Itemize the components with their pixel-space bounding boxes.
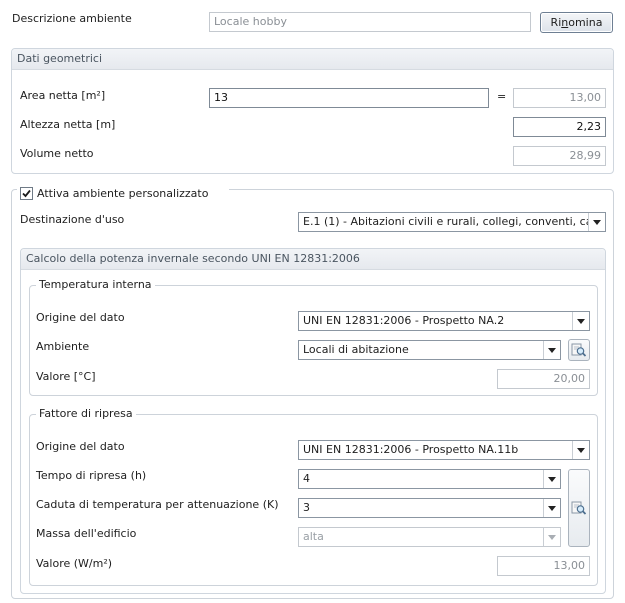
temp-origin-select[interactable]: UNI EN 12831:2006 - Prospetto NA.2	[298, 311, 590, 331]
checkmark-icon	[22, 189, 31, 198]
building-mass-value: alta	[303, 530, 324, 543]
room-type-label: Ambiente	[36, 340, 90, 353]
temperature-drop-select[interactable]: 3	[298, 498, 561, 518]
chevron-down-icon[interactable]	[543, 341, 560, 359]
height-label: Altezza netta [m]	[20, 118, 116, 131]
temperature-drop-label: Caduta di temperatura per attenuazione (…	[36, 498, 279, 511]
rename-button[interactable]: Rinomina	[540, 12, 613, 33]
temp-origin-value: UNI EN 12831:2006 - Prospetto NA.2	[303, 314, 505, 327]
use-label: Destinazione d'uso	[20, 213, 125, 226]
recovery-time-value: 4	[303, 472, 310, 485]
internal-temperature-title: Temperatura interna	[36, 278, 155, 292]
recovery-origin-label: Origine del dato	[36, 440, 125, 453]
rename-button-label: Rinomina	[550, 16, 603, 29]
building-mass-select: alta	[298, 527, 561, 547]
recovery-value-field: 13,00	[497, 556, 590, 576]
recovery-value-label: Valore (W/m²)	[36, 557, 113, 570]
recovery-origin-select[interactable]: UNI EN 12831:2006 - Prospetto NA.11b	[298, 440, 590, 460]
recovery-factor-title: Fattore di ripresa	[36, 407, 136, 421]
room-lookup-button[interactable]	[568, 339, 590, 361]
temperature-drop-value: 3	[303, 501, 310, 514]
area-input[interactable]: 13	[209, 88, 489, 108]
temp-value-label: Valore [°C]	[36, 370, 96, 383]
room-type-value: Locali di abitazione	[303, 343, 409, 356]
description-label: Descrizione ambiente	[12, 12, 132, 25]
description-input[interactable]: Locale hobby	[209, 12, 531, 32]
chevron-down-icon[interactable]	[572, 312, 589, 330]
building-mass-label: Massa dell'edificio	[36, 527, 137, 540]
recovery-lookup-button[interactable]	[568, 469, 590, 547]
custom-room-legend: Attiva ambiente personalizzato	[17, 186, 229, 202]
recovery-time-label: Tempo di ripresa (h)	[36, 469, 147, 482]
magnifier-icon	[571, 343, 587, 357]
temp-value-field: 20,00	[497, 369, 590, 389]
winter-power-title: Calcolo della potenza invernale secondo …	[21, 249, 605, 270]
custom-room-label: Attiva ambiente personalizzato	[37, 187, 209, 200]
area-label: Area netta [m²]	[20, 89, 106, 102]
temp-origin-label: Origine del dato	[36, 311, 125, 324]
chevron-down-icon[interactable]	[543, 470, 560, 488]
chevron-down-icon	[543, 528, 560, 546]
magnifier-icon	[571, 501, 587, 515]
equals-sign: =	[497, 90, 507, 103]
chevron-down-icon[interactable]	[543, 499, 560, 517]
recovery-time-select[interactable]: 4	[298, 469, 561, 489]
chevron-down-icon[interactable]	[572, 441, 589, 459]
height-input[interactable]: 2,23	[513, 117, 606, 137]
chevron-down-icon[interactable]	[588, 213, 605, 231]
recovery-origin-value: UNI EN 12831:2006 - Prospetto NA.11b	[303, 443, 519, 456]
custom-room-checkbox[interactable]	[20, 187, 33, 200]
room-type-select[interactable]: Locali di abitazione	[298, 340, 561, 360]
use-select-value: E.1 (1) - Abitazioni civili e rurali, co…	[303, 215, 606, 228]
area-result: 13,00	[513, 88, 606, 108]
volume-result: 28,99	[513, 146, 606, 166]
volume-label: Volume netto	[20, 147, 94, 160]
geometry-panel-title: Dati geometrici	[12, 49, 613, 70]
use-select[interactable]: E.1 (1) - Abitazioni civili e rurali, co…	[298, 212, 606, 232]
